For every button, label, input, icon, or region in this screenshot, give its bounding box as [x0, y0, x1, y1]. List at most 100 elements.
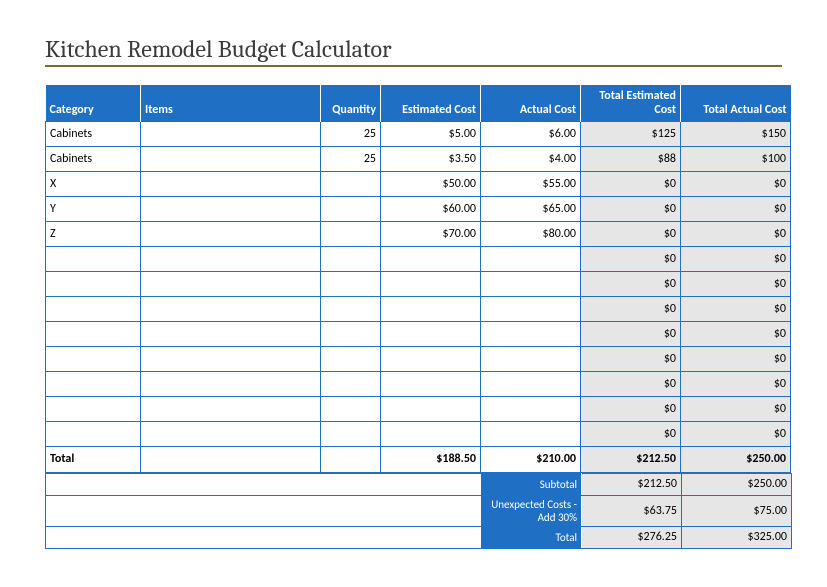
- cell-qty[interactable]: [321, 221, 381, 246]
- cell-category[interactable]: X: [46, 171, 141, 196]
- cell-items[interactable]: [141, 346, 321, 371]
- cell-est[interactable]: [381, 396, 481, 421]
- cell-tot-act: $150: [681, 121, 791, 146]
- cell-items[interactable]: [141, 371, 321, 396]
- table-row: $0$0: [46, 246, 791, 271]
- cell-tot-est: $88: [581, 146, 681, 171]
- unexpected-label: Unexpected Costs - Add 30%: [482, 495, 582, 526]
- cell-act[interactable]: [481, 246, 581, 271]
- cell-category[interactable]: [46, 321, 141, 346]
- cell-items[interactable]: [141, 121, 321, 146]
- cell-act[interactable]: [481, 271, 581, 296]
- cell-act[interactable]: $4.00: [481, 146, 581, 171]
- cell-items[interactable]: [141, 321, 321, 346]
- table-row: $0$0: [46, 346, 791, 371]
- cell-qty[interactable]: [321, 396, 381, 421]
- subtotal-label: Subtotal: [482, 473, 582, 495]
- cell-act[interactable]: [481, 321, 581, 346]
- table-row: $0$0: [46, 396, 791, 421]
- cell-tot-act: $0: [681, 421, 791, 446]
- cell-qty[interactable]: [321, 271, 381, 296]
- cell-est[interactable]: $70.00: [381, 221, 481, 246]
- cell-category[interactable]: [46, 296, 141, 321]
- cell-act[interactable]: $80.00: [481, 221, 581, 246]
- header-estimated-cost: Estimated Cost: [381, 85, 481, 121]
- cell-act[interactable]: [481, 371, 581, 396]
- cell-items[interactable]: [141, 296, 321, 321]
- title-divider: [45, 65, 782, 67]
- cell-category[interactable]: Cabinets: [46, 121, 141, 146]
- cell-tot-act: $0: [681, 271, 791, 296]
- cell-act[interactable]: [481, 421, 581, 446]
- cell-qty[interactable]: [321, 171, 381, 196]
- cell-est[interactable]: [381, 296, 481, 321]
- cell-act[interactable]: [481, 396, 581, 421]
- cell-act[interactable]: $55.00: [481, 171, 581, 196]
- cell-est[interactable]: [381, 321, 481, 346]
- cell-tot-est: $0: [581, 221, 681, 246]
- grand-total-label: Total: [482, 526, 582, 548]
- cell-items[interactable]: [141, 171, 321, 196]
- grand-total-est: $276.25: [582, 526, 682, 548]
- header-total-estimated: Total Estimated Cost: [581, 85, 681, 121]
- cell-category[interactable]: [46, 421, 141, 446]
- cell-est[interactable]: [381, 271, 481, 296]
- cell-tot-act: $0: [681, 171, 791, 196]
- grand-total-act: $325.00: [682, 526, 792, 548]
- cell-qty[interactable]: 25: [321, 146, 381, 171]
- total-label: Total: [46, 446, 141, 472]
- table-row: X$50.00$55.00$0$0: [46, 171, 791, 196]
- cell-category[interactable]: [46, 246, 141, 271]
- cell-est[interactable]: $3.50: [381, 146, 481, 171]
- cell-qty[interactable]: [321, 346, 381, 371]
- cell-qty[interactable]: 25: [321, 121, 381, 146]
- cell-tot-act: $0: [681, 246, 791, 271]
- cell-tot-est: $0: [581, 271, 681, 296]
- cell-category[interactable]: [46, 346, 141, 371]
- cell-act[interactable]: $6.00: [481, 121, 581, 146]
- cell-qty[interactable]: [321, 196, 381, 221]
- table-row: $0$0: [46, 371, 791, 396]
- cell-act[interactable]: [481, 346, 581, 371]
- cell-items[interactable]: [141, 221, 321, 246]
- cell-tot-act: $0: [681, 196, 791, 221]
- cell-items[interactable]: [141, 196, 321, 221]
- cell-category[interactable]: Y: [46, 196, 141, 221]
- table-row: $0$0: [46, 271, 791, 296]
- cell-est[interactable]: [381, 346, 481, 371]
- cell-qty[interactable]: [321, 421, 381, 446]
- cell-category[interactable]: Z: [46, 221, 141, 246]
- cell-category[interactable]: [46, 371, 141, 396]
- cell-category[interactable]: [46, 271, 141, 296]
- cell-act[interactable]: $65.00: [481, 196, 581, 221]
- cell-act[interactable]: [481, 296, 581, 321]
- cell-tot-act: $0: [681, 396, 791, 421]
- cell-est[interactable]: [381, 421, 481, 446]
- cell-tot-est: $0: [581, 296, 681, 321]
- cell-est[interactable]: [381, 246, 481, 271]
- cell-items[interactable]: [141, 146, 321, 171]
- cell-est[interactable]: $5.00: [381, 121, 481, 146]
- summary-spacer: [46, 495, 482, 526]
- total-act: $210.00: [481, 446, 581, 472]
- cell-est[interactable]: $60.00: [381, 196, 481, 221]
- cell-tot-est: $0: [581, 371, 681, 396]
- cell-category[interactable]: [46, 396, 141, 421]
- cell-tot-act: $0: [681, 296, 791, 321]
- header-total-actual: Total Actual Cost: [681, 85, 791, 121]
- cell-tot-est: $125: [581, 121, 681, 146]
- cell-est[interactable]: [381, 371, 481, 396]
- cell-qty[interactable]: [321, 296, 381, 321]
- cell-qty[interactable]: [321, 246, 381, 271]
- page-title: Kitchen Remodel Budget Calculator: [45, 35, 782, 65]
- cell-est[interactable]: $50.00: [381, 171, 481, 196]
- cell-tot-est: $0: [581, 421, 681, 446]
- cell-items[interactable]: [141, 246, 321, 271]
- header-quantity: Quantity: [321, 85, 381, 121]
- cell-category[interactable]: Cabinets: [46, 146, 141, 171]
- cell-qty[interactable]: [321, 371, 381, 396]
- cell-items[interactable]: [141, 396, 321, 421]
- cell-items[interactable]: [141, 421, 321, 446]
- cell-items[interactable]: [141, 271, 321, 296]
- cell-qty[interactable]: [321, 321, 381, 346]
